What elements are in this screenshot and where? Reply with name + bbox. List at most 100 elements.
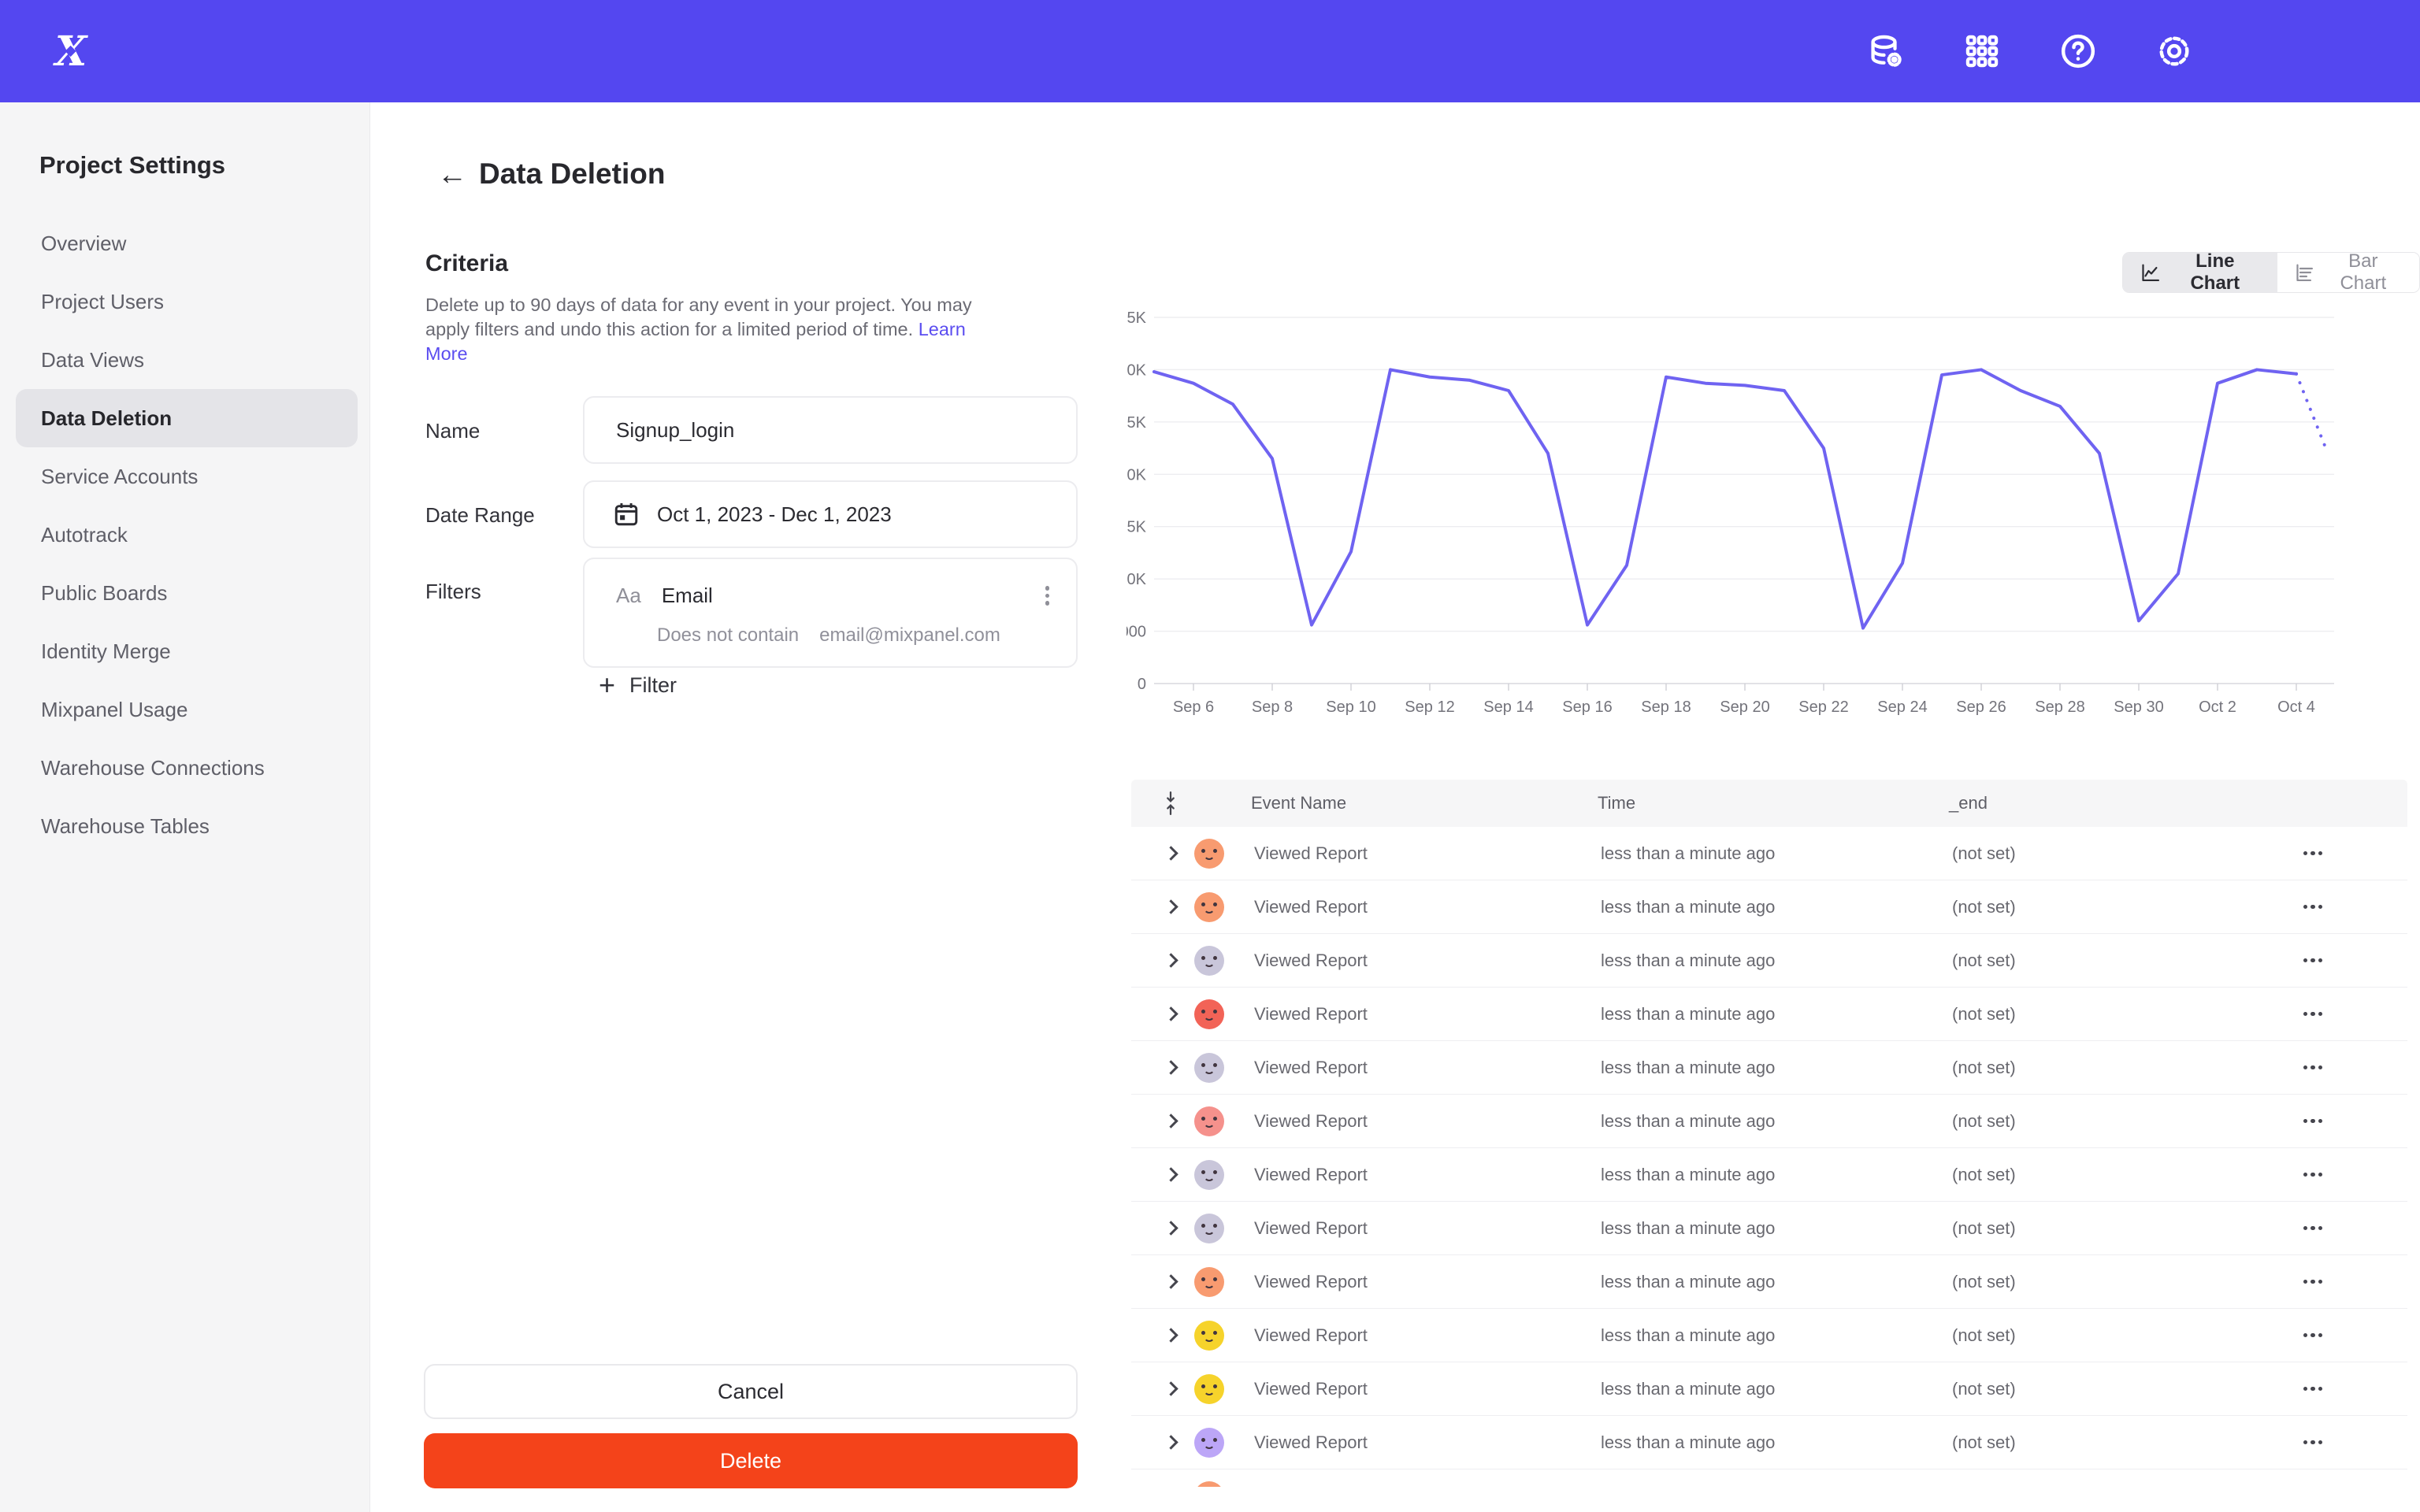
settings-gear-icon (2155, 32, 2193, 70)
chevron-right-icon[interactable] (1164, 1274, 1178, 1288)
row-end: (not set) (1952, 1111, 2297, 1132)
events-table: Event Name Time _end Viewed Report less … (1131, 780, 2407, 1487)
sidebar-item-autotrack[interactable]: Autotrack (0, 506, 370, 564)
row-end: (not set) (1952, 1325, 2297, 1346)
line-chart-toggle[interactable]: Line Chart (2123, 253, 2277, 292)
mixpanel-logo[interactable]: X (49, 25, 93, 77)
help-button[interactable] (2059, 32, 2097, 70)
filter-menu-button[interactable] (1041, 578, 1055, 613)
row-event-name: Viewed Report (1254, 897, 1601, 917)
filter-value[interactable]: email@mixpanel.com (819, 624, 1000, 647)
name-input[interactable] (583, 396, 1078, 464)
sidebar-item-warehouse-tables[interactable]: Warehouse Tables (0, 797, 370, 855)
svg-text:Sep 20: Sep 20 (1720, 699, 1769, 716)
cancel-button[interactable]: Cancel (424, 1364, 1078, 1419)
sidebar-item-data-views[interactable]: Data Views (0, 331, 370, 389)
user-avatar (1194, 1160, 1224, 1190)
back-arrow-icon: ← (437, 158, 467, 191)
sidebar-item-service-accounts[interactable]: Service Accounts (0, 447, 370, 506)
back-button[interactable]: ← (432, 154, 473, 195)
table-row[interactable]: Viewed Report less than a minute ago (no… (1131, 1416, 2407, 1469)
chevron-right-icon[interactable] (1164, 1328, 1178, 1342)
apps-grid-icon (1964, 33, 2000, 69)
sidebar-item-data-deletion[interactable]: Data Deletion (16, 389, 358, 447)
svg-text:Sep 30: Sep 30 (2114, 699, 2163, 716)
chevron-right-icon[interactable] (1164, 1060, 1178, 1074)
data-management-button[interactable] (1867, 32, 1905, 70)
table-row[interactable] (1131, 1469, 2407, 1487)
row-time: less than a minute ago (1601, 1432, 1952, 1453)
chevron-right-icon[interactable] (1164, 1006, 1178, 1021)
table-row[interactable]: Viewed Report less than a minute ago (no… (1131, 1202, 2407, 1255)
sidebar-item-overview[interactable]: Overview (0, 214, 370, 272)
table-row[interactable]: Viewed Report less than a minute ago (no… (1131, 1362, 2407, 1416)
row-time: less than a minute ago (1601, 1058, 1952, 1078)
chevron-right-icon[interactable] (1164, 953, 1178, 967)
table-row[interactable]: Viewed Report less than a minute ago (no… (1131, 880, 2407, 934)
criteria-text: Delete up to 90 days of data for any eve… (425, 295, 972, 339)
row-menu-button[interactable] (2297, 1380, 2329, 1398)
table-row[interactable]: Viewed Report less than a minute ago (no… (1131, 1255, 2407, 1309)
sidebar-item-mixpanel-usage[interactable]: Mixpanel Usage (0, 680, 370, 739)
svg-text:30K: 30K (1126, 361, 1147, 379)
filter-card[interactable]: Aa Email Does not contain email@mixpanel… (583, 558, 1078, 668)
table-row[interactable]: Viewed Report less than a minute ago (no… (1131, 934, 2407, 988)
row-end: (not set) (1952, 1165, 2297, 1185)
chevron-right-icon[interactable] (1164, 1167, 1178, 1181)
table-row[interactable]: Viewed Report less than a minute ago (no… (1131, 1309, 2407, 1362)
table-row[interactable]: Viewed Report less than a minute ago (no… (1131, 1041, 2407, 1095)
svg-text:35K: 35K (1126, 309, 1147, 327)
date-range-value: Oct 1, 2023 - Dec 1, 2023 (657, 502, 892, 527)
table-row[interactable]: Viewed Report less than a minute ago (no… (1131, 827, 2407, 880)
row-menu-button[interactable] (2297, 1113, 2329, 1130)
row-menu-button[interactable] (2297, 1220, 2329, 1237)
bar-chart-toggle-label: Bar Chart (2325, 252, 2402, 293)
chart-type-toggle: Line Chart Bar Chart (2122, 252, 2420, 293)
date-range-label: Date Range (425, 503, 535, 528)
add-filter-button[interactable]: + Filter (599, 671, 677, 699)
column-header-time[interactable]: Time (1598, 793, 1949, 813)
user-avatar (1194, 1267, 1224, 1297)
chevron-right-icon[interactable] (1164, 1114, 1178, 1128)
row-menu-button[interactable] (2297, 899, 2329, 916)
row-menu-button[interactable] (2297, 1059, 2329, 1077)
user-avatar (1194, 839, 1224, 869)
bar-chart-toggle[interactable]: Bar Chart (2277, 253, 2419, 292)
settings-button[interactable] (2155, 32, 2193, 70)
svg-text:0: 0 (1138, 676, 1146, 693)
column-header-end[interactable]: _end (1949, 793, 1988, 813)
apps-grid-button[interactable] (1963, 32, 2001, 70)
table-row[interactable]: Viewed Report less than a minute ago (no… (1131, 1148, 2407, 1202)
delete-button[interactable]: Delete (424, 1433, 1078, 1488)
row-event-name: Viewed Report (1254, 1325, 1601, 1346)
row-menu-button[interactable] (2297, 1273, 2329, 1291)
date-range-field[interactable]: Oct 1, 2023 - Dec 1, 2023 (583, 480, 1078, 548)
chevron-right-icon[interactable] (1164, 846, 1178, 860)
sidebar-title: Project Settings (39, 151, 225, 180)
chevron-right-icon[interactable] (1164, 899, 1178, 914)
sort-arrows-icon (1163, 791, 1178, 816)
row-end: (not set) (1952, 1272, 2297, 1292)
chevron-right-icon[interactable] (1164, 1381, 1178, 1395)
table-header: Event Name Time _end (1131, 780, 2407, 827)
column-header-event-name[interactable]: Event Name (1251, 793, 1598, 813)
table-row[interactable]: Viewed Report less than a minute ago (no… (1131, 988, 2407, 1041)
sidebar-item-identity-merge[interactable]: Identity Merge (0, 622, 370, 680)
chevron-right-icon[interactable] (1164, 1221, 1178, 1235)
filter-operator[interactable]: Does not contain (657, 624, 799, 647)
filter-property: Email (662, 584, 713, 608)
row-menu-button[interactable] (2297, 1327, 2329, 1344)
table-row[interactable]: Viewed Report less than a minute ago (no… (1131, 1095, 2407, 1148)
sort-rows-button[interactable] (1163, 791, 1191, 816)
row-event-name: Viewed Report (1254, 1379, 1601, 1399)
row-menu-button[interactable] (2297, 1006, 2329, 1023)
chevron-right-icon[interactable] (1164, 1435, 1178, 1449)
row-menu-button[interactable] (2297, 845, 2329, 862)
sidebar-item-public-boards[interactable]: Public Boards (0, 564, 370, 622)
criteria-heading: Criteria (425, 250, 508, 277)
sidebar-item-warehouse-connections[interactable]: Warehouse Connections (0, 739, 370, 797)
row-menu-button[interactable] (2297, 1166, 2329, 1184)
row-menu-button[interactable] (2297, 952, 2329, 969)
sidebar-item-project-users[interactable]: Project Users (0, 272, 370, 331)
row-menu-button[interactable] (2297, 1434, 2329, 1451)
